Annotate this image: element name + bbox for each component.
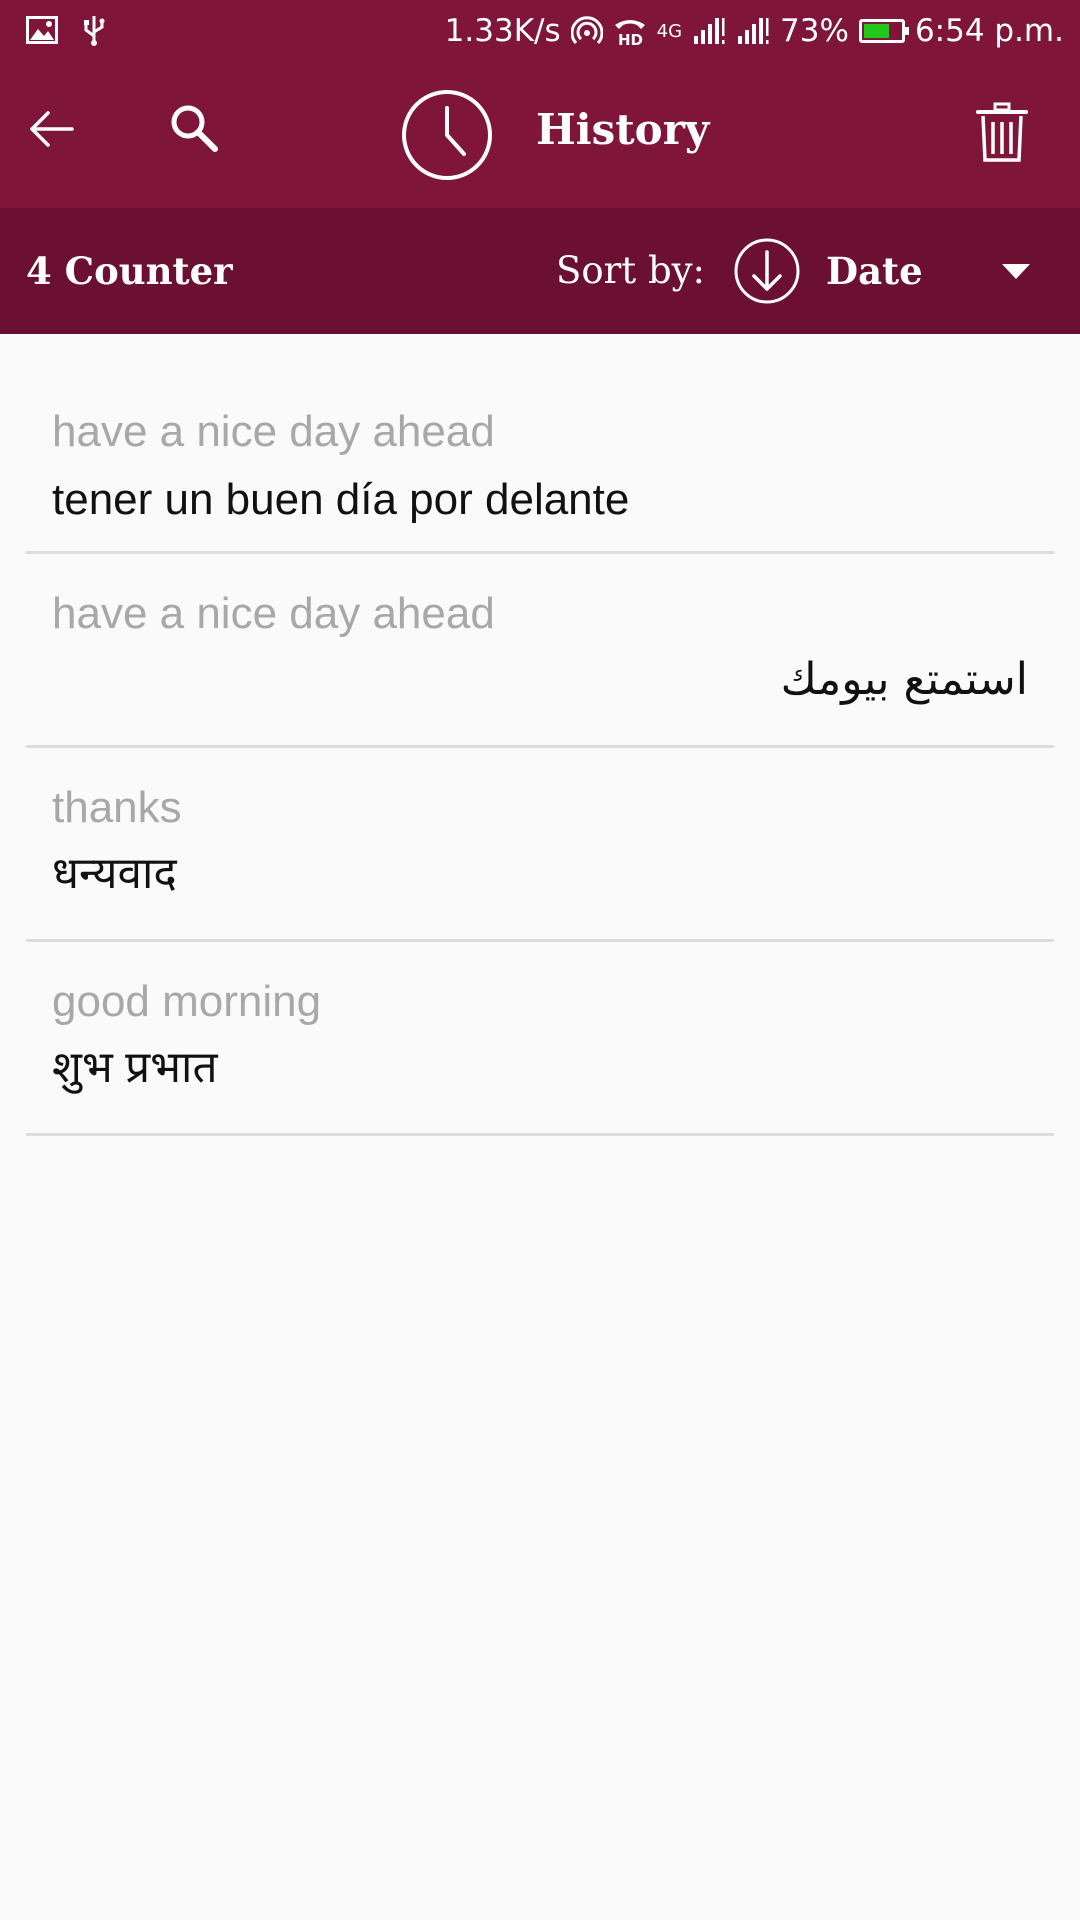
history-counter: 4 Counter (26, 249, 233, 293)
sort-value-select[interactable]: Date (826, 246, 923, 296)
history-clock-icon (400, 88, 494, 182)
history-item-source-text: thanks (52, 783, 182, 832)
search-button[interactable] (162, 96, 226, 160)
history-item[interactable]: good morning शुभ प्रभात (26, 942, 1054, 1136)
history-item-translation-text: tener un buen día por delante (52, 475, 630, 524)
back-arrow-icon (30, 111, 74, 147)
history-item-translation-text: استمتع بيومك (780, 654, 1028, 705)
usb-icon (82, 14, 106, 46)
sort-bar: 4 Counter Sort by: Date (0, 208, 1080, 334)
svg-text:HD: HD (618, 31, 643, 47)
trash-icon (976, 102, 1028, 162)
sort-order-button[interactable] (732, 236, 802, 306)
caret-down-icon (1002, 264, 1030, 279)
sort-dropdown-button[interactable] (994, 252, 1038, 292)
image-icon (26, 16, 58, 44)
delete-history-button[interactable] (970, 98, 1034, 168)
network-speed: 1.33K/s (444, 13, 561, 49)
sort-label: Sort by: (556, 249, 705, 292)
history-list: have a nice day ahead tener un buen día p… (26, 374, 1054, 1136)
history-item-source-text: good morning (52, 977, 322, 1026)
hd-call-icon: HD (613, 15, 647, 47)
history-item[interactable]: have a nice day ahead استمتع بيومك (26, 554, 1054, 748)
history-item-source-text: have a nice day ahead (52, 589, 495, 638)
battery-percent: 73% (780, 13, 849, 49)
app-bar: History (0, 62, 1080, 208)
history-item-source-text: have a nice day ahead (52, 407, 495, 456)
history-item-translation-text: धन्यवाद (52, 849, 177, 898)
page-title: History (536, 105, 710, 154)
signal-icon-2 (736, 16, 770, 46)
hotspot-icon (570, 15, 603, 47)
status-bar: 1.33K/s HD 4G 73% 6:54 p.m. (0, 0, 1080, 62)
network-type: 4G (656, 20, 683, 42)
signal-icon (692, 16, 726, 46)
search-icon (171, 105, 218, 152)
history-item[interactable]: have a nice day ahead tener un buen día p… (26, 374, 1054, 554)
history-item-translation-text: शुभ प्रभात (52, 1043, 218, 1092)
clock-time: 6:54 p.m. (914, 13, 1064, 49)
battery-icon (858, 19, 909, 43)
history-item[interactable]: thanks धन्यवाद (26, 748, 1054, 942)
arrow-down-circle-icon (734, 238, 800, 304)
back-button[interactable] (22, 99, 82, 159)
